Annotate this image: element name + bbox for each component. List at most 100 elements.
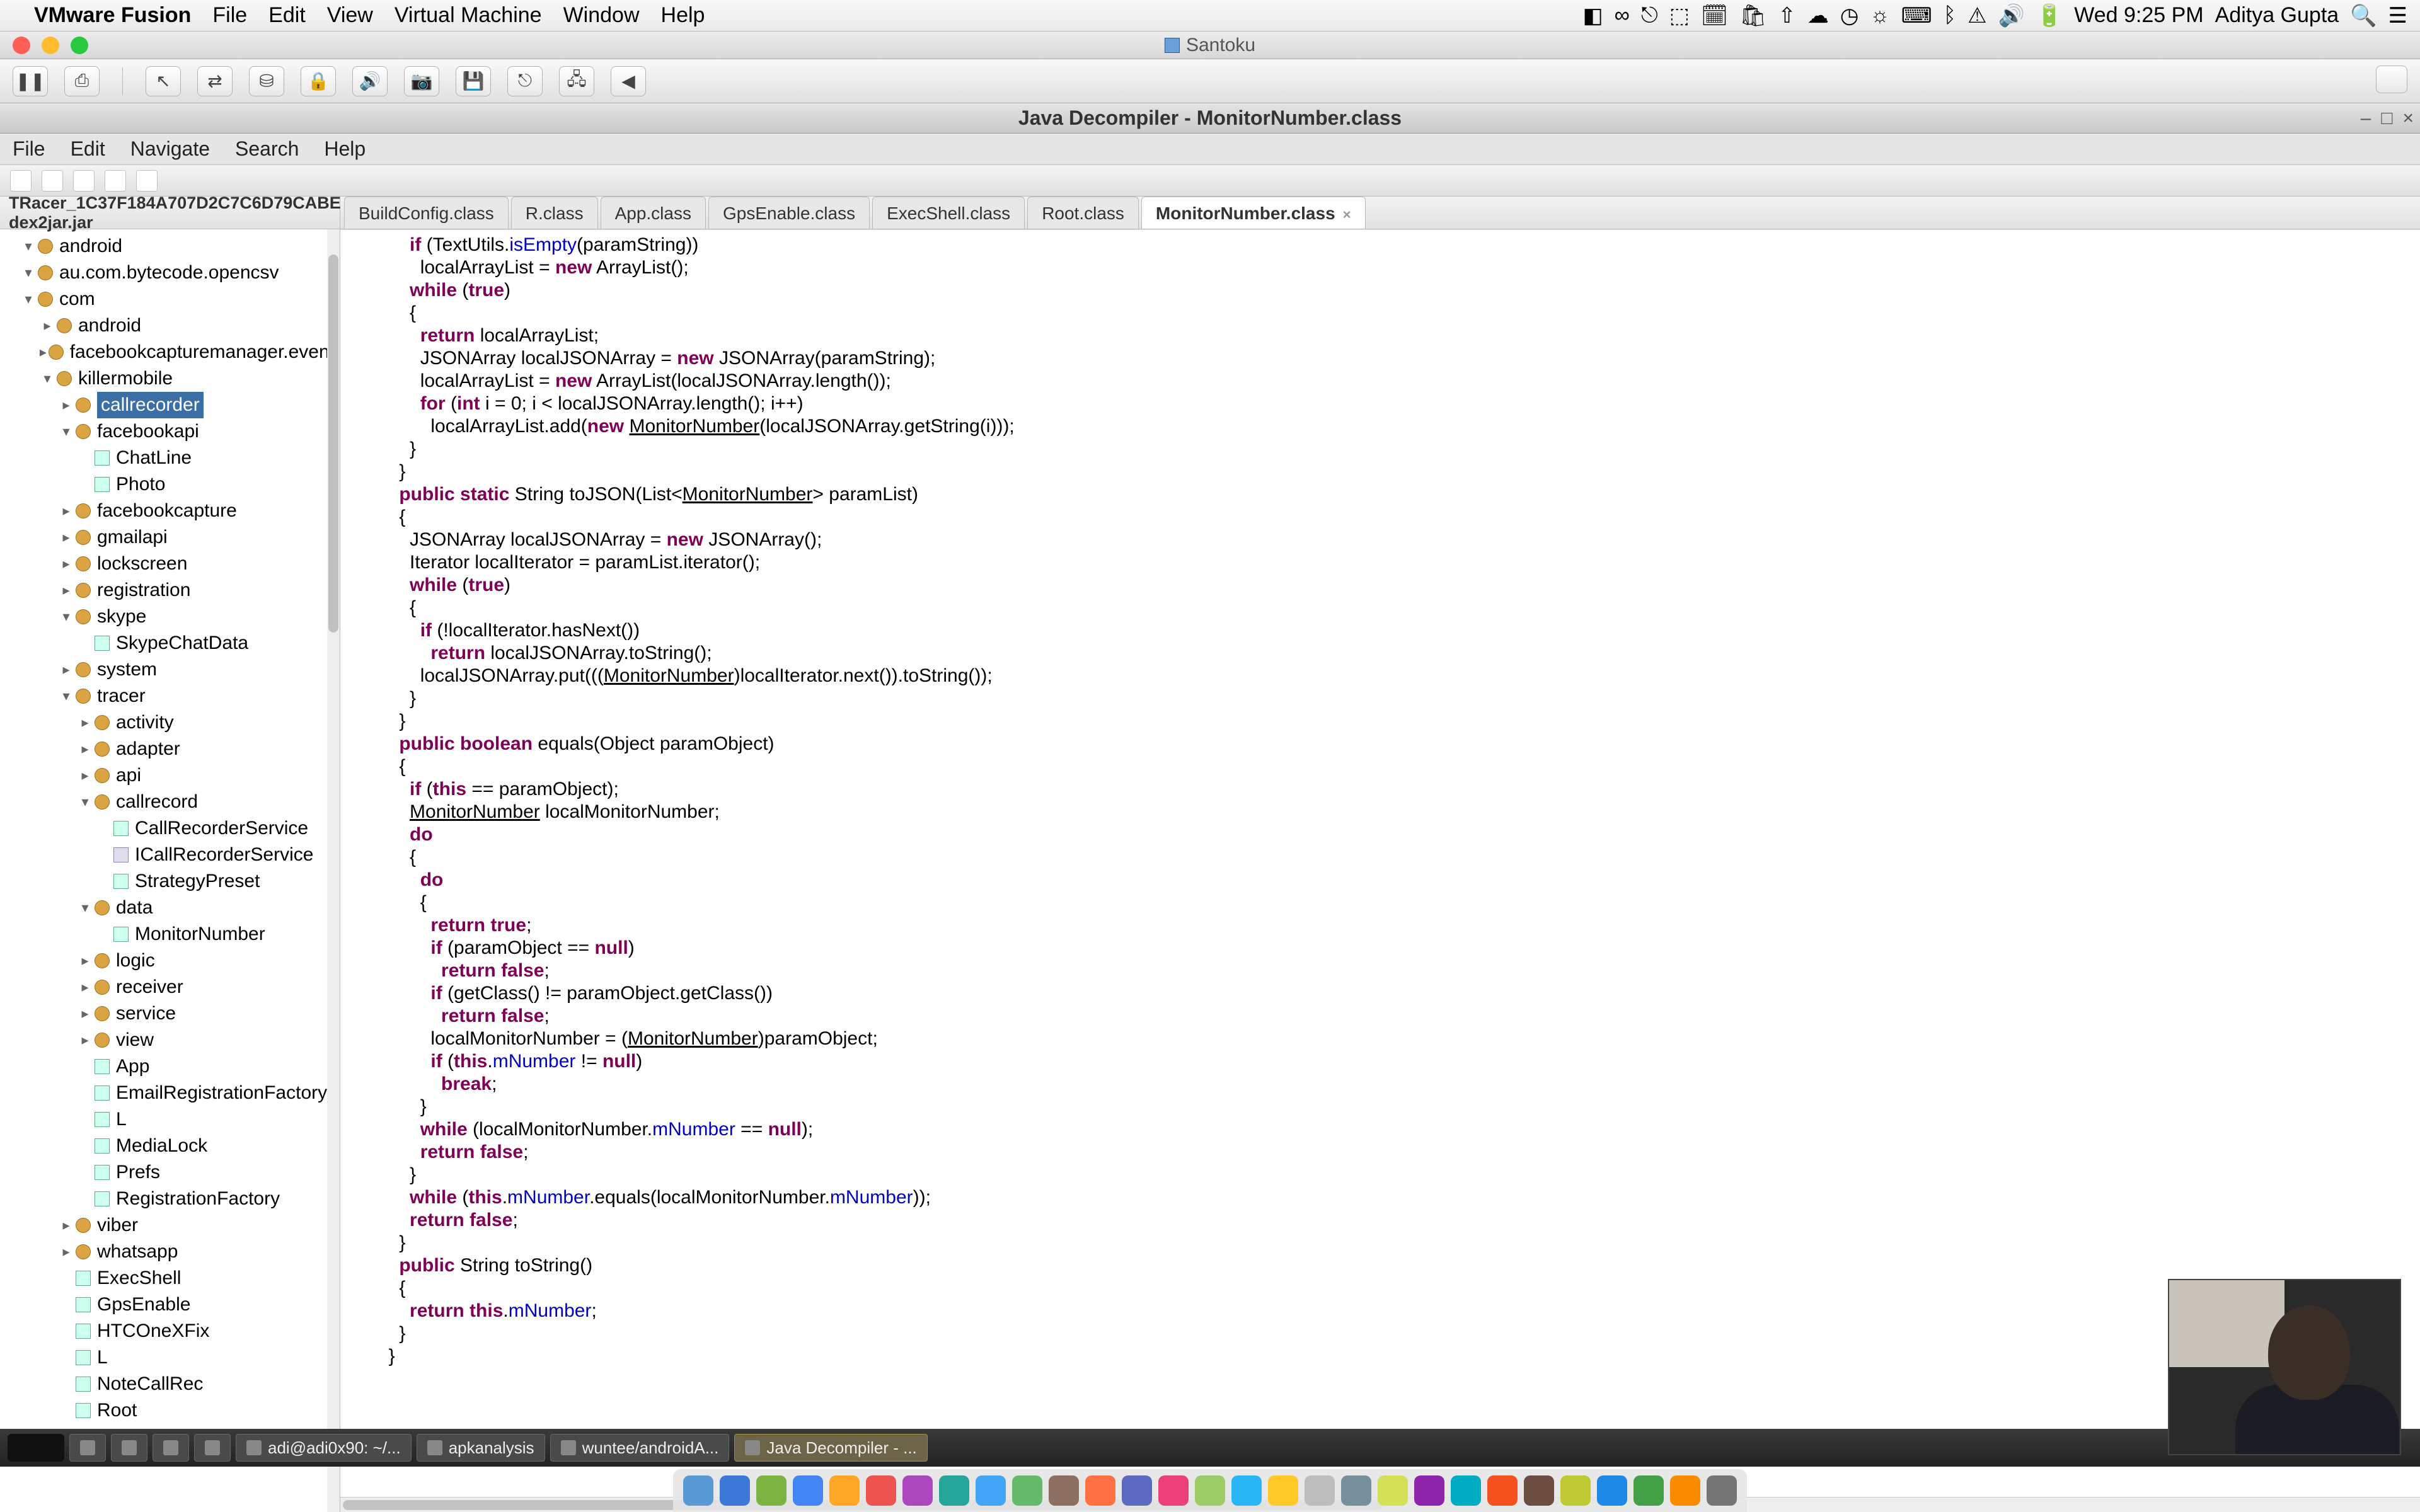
notification-center-icon[interactable]: ☰ (2388, 3, 2407, 28)
disclosure-icon[interactable]: ▸ (57, 524, 76, 551)
clock[interactable]: Wed 9:25 PM (2074, 3, 2203, 28)
tree-package-node[interactable]: ▾facebookapi (0, 418, 340, 445)
nav-forward-icon[interactable] (136, 170, 158, 192)
tree-package-node[interactable]: ▸system (0, 656, 340, 683)
tree-class-node[interactable]: MediaLock (0, 1133, 340, 1159)
dock-app-icon[interactable] (1524, 1475, 1554, 1506)
tree-package-node[interactable]: ▸callrecorder (0, 392, 340, 418)
disclosure-icon[interactable]: ▸ (76, 736, 95, 762)
disclosure-icon[interactable]: ▸ (57, 577, 76, 604)
start-button[interactable] (8, 1434, 64, 1462)
fullscreen-button[interactable] (2376, 66, 2407, 93)
tree-package-node[interactable]: ▸android (0, 312, 340, 339)
disk-button[interactable]: ⛁ (249, 66, 284, 96)
jd-menu-edit[interactable]: Edit (71, 137, 105, 161)
code-view[interactable]: if (TextUtils.isEmpty(paramString)) loca… (340, 229, 2420, 1497)
disclosure-icon[interactable]: ▸ (57, 656, 76, 683)
taskbar-task[interactable]: adi@adi0x90: ~/... (236, 1434, 412, 1462)
disclosure-icon[interactable]: ▾ (76, 895, 95, 921)
dock-app-icon[interactable] (793, 1475, 823, 1506)
lock-button[interactable]: 🔒 (301, 66, 336, 96)
menu-window[interactable]: Window (563, 3, 640, 28)
status-icon[interactable]: ⬚ (1669, 3, 1690, 28)
dock-app-icon[interactable] (1268, 1475, 1298, 1506)
tree-class-node[interactable]: GpsEnable (0, 1292, 340, 1318)
tree-class-node[interactable]: Prefs (0, 1159, 340, 1186)
tree-class-node[interactable]: App (0, 1053, 340, 1080)
jd-menu-file[interactable]: File (13, 137, 45, 161)
quick-launch-icon[interactable] (111, 1434, 147, 1462)
tree-package-node[interactable]: ▸facebookcapture (0, 498, 340, 524)
sound-button[interactable]: 🔊 (352, 66, 388, 96)
quick-launch-icon[interactable] (194, 1434, 231, 1462)
tree-package-node[interactable]: ▸registration (0, 577, 340, 604)
jd-close-button[interactable]: × (2402, 108, 2414, 129)
menu-view[interactable]: View (327, 3, 373, 28)
tree-class-node[interactable]: MonitorNumber (0, 921, 340, 948)
tree-package-node[interactable]: ▸service (0, 1000, 340, 1027)
spotlight-icon[interactable]: 🔍 (2350, 3, 2377, 28)
dock-app-icon[interactable] (976, 1475, 1006, 1506)
disclosure-icon[interactable]: ▸ (76, 1027, 95, 1053)
dock-app-icon[interactable] (1305, 1475, 1335, 1506)
status-icon[interactable]: ⎋ (1641, 3, 1658, 28)
tree-class-node[interactable]: CallRecorderService (0, 815, 340, 842)
tree-package-node[interactable]: ▸viber (0, 1212, 340, 1239)
net-button[interactable]: 🖧 (559, 66, 594, 96)
status-icon[interactable]: ⇧ (1778, 3, 1796, 28)
editor-tab[interactable]: BuildConfig.class (344, 197, 509, 229)
tree-class-node[interactable]: ExecShell (0, 1265, 340, 1292)
dock-app-icon[interactable] (1122, 1475, 1152, 1506)
dock-app-icon[interactable] (1231, 1475, 1262, 1506)
dock-app-icon[interactable] (1158, 1475, 1189, 1506)
taskbar-task[interactable]: apkanalysis (417, 1434, 545, 1462)
dock-app-icon[interactable] (1451, 1475, 1481, 1506)
tree-class-node[interactable]: L (0, 1106, 340, 1133)
disclosure-icon[interactable]: ▸ (57, 392, 76, 418)
nav-back-icon[interactable] (105, 170, 126, 192)
jd-maximize-button[interactable]: □ (2381, 108, 2392, 129)
dock-app-icon[interactable] (1487, 1475, 1518, 1506)
tree-class-node[interactable]: ICallRecorderService (0, 842, 340, 868)
cursor-button[interactable]: ↖ (146, 66, 181, 96)
copy-icon[interactable] (73, 170, 95, 192)
menu-help[interactable]: Help (661, 3, 705, 28)
tree-class-node[interactable]: HTCOneXFix (0, 1318, 340, 1344)
disclosure-icon[interactable]: ▾ (38, 365, 57, 392)
tree-package-node[interactable]: ▾callrecord (0, 789, 340, 815)
dock-app-icon[interactable] (1670, 1475, 1700, 1506)
tree-class-node[interactable]: L (0, 1344, 340, 1371)
editor-tab[interactable]: App.class (601, 197, 706, 229)
snapshot-button[interactable]: ⎙ (64, 66, 100, 96)
dock-app-icon[interactable] (866, 1475, 896, 1506)
dock-app-icon[interactable] (720, 1475, 750, 1506)
window-minimize-icon[interactable] (42, 37, 59, 54)
app-name[interactable]: VMware Fusion (34, 3, 191, 28)
tree-class-node[interactable]: NoteCallRec (0, 1371, 340, 1397)
editor-tab[interactable]: MonitorNumber.class× (1141, 197, 1366, 229)
quick-launch-icon[interactable] (69, 1434, 106, 1462)
tree-scroll[interactable]: ▾android▾au.com.bytecode.opencsv▾com▸and… (0, 229, 340, 1512)
status-icon[interactable]: ∞ (1615, 3, 1630, 28)
wifi-icon[interactable]: ⚠︎ (1968, 3, 1986, 28)
tree-package-node[interactable]: ▸whatsapp (0, 1239, 340, 1265)
window-close-icon[interactable] (13, 37, 30, 54)
save-icon[interactable] (42, 170, 63, 192)
dock-app-icon[interactable] (1341, 1475, 1371, 1506)
tree-class-node[interactable]: StrategyPreset (0, 868, 340, 895)
tree-package-node[interactable]: ▸adapter (0, 736, 340, 762)
disclosure-icon[interactable]: ▸ (76, 1000, 95, 1027)
quick-launch-icon[interactable] (153, 1434, 189, 1462)
disclosure-icon[interactable]: ▸ (57, 498, 76, 524)
swap-button[interactable]: ⇄ (197, 66, 233, 96)
jd-menu-navigate[interactable]: Navigate (130, 137, 210, 161)
dock-app-icon[interactable] (1378, 1475, 1408, 1506)
usb-button[interactable]: ⎋ (507, 66, 543, 96)
disclosure-icon[interactable]: ▾ (19, 286, 38, 312)
pause-vm-button[interactable]: ❚❚ (13, 66, 48, 96)
status-icon[interactable]: ☁︎ (1807, 3, 1829, 28)
status-icon[interactable]: ⌨ (1901, 3, 1932, 28)
tab-close-icon[interactable]: × (1343, 207, 1351, 222)
tree-package-node[interactable]: ▾au.com.bytecode.opencsv (0, 260, 340, 286)
back-button[interactable]: ◀ (611, 66, 646, 96)
